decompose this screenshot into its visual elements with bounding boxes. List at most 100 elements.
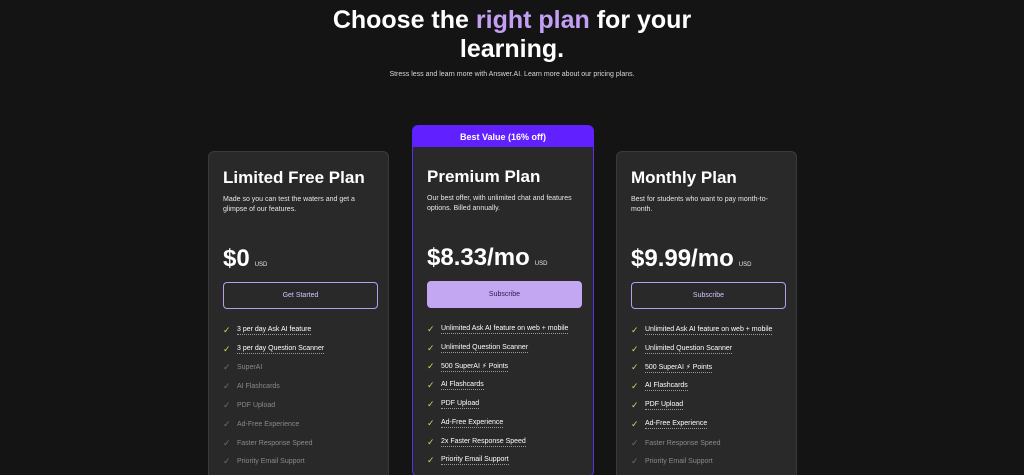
feature-label: PDF Upload: [237, 402, 276, 410]
check-icon: ✓: [427, 380, 435, 391]
feature-label: Priority Email Support: [645, 458, 713, 466]
check-icon: ✓: [427, 342, 435, 353]
feature-item: ✓ PDF Upload: [631, 396, 782, 415]
plan-name: Limited Free Plan: [223, 168, 365, 187]
plan-price: $9.99/mo: [631, 245, 734, 272]
feature-item: ✓ Ad-Free Experience: [427, 414, 579, 433]
subscribe-monthly-button[interactable]: Subscribe: [631, 282, 786, 309]
check-icon: ✓: [223, 418, 231, 429]
plan-card-monthly: Monthly Plan Best for students who want …: [616, 151, 797, 475]
price-row: $0 USD: [223, 245, 374, 273]
plan-price: $0: [223, 245, 250, 272]
feature-label: Unlimited Question Scanner: [441, 343, 529, 353]
check-icon: ✓: [631, 456, 639, 467]
check-icon: ✓: [427, 417, 435, 428]
plan-name: Premium Plan: [427, 167, 541, 186]
feature-label: Ad-Free Experience: [645, 419, 708, 429]
feature-label: AI Flashcards: [441, 381, 484, 391]
check-icon: ✓: [631, 400, 639, 411]
title-text-start: Choose the: [332, 6, 476, 34]
feature-label: Priority Email Support: [237, 458, 305, 466]
feature-label: Faster Response Speed: [237, 439, 313, 447]
feature-item: ✓ Priority Email Support: [427, 452, 579, 471]
feature-label: Unlimited Question Scanner: [645, 344, 733, 354]
feature-item: ✓ Unlimited Question Scanner: [631, 340, 782, 359]
check-icon: ✓: [223, 400, 231, 411]
check-icon: ✓: [631, 324, 639, 335]
feature-item: ✓ SuperAI: [223, 359, 374, 378]
check-icon: ✓: [223, 324, 231, 335]
price-row: $8.33/mo USD: [427, 244, 579, 272]
feature-item: ✓ PDF Upload: [223, 396, 374, 415]
plan-card-premium: Premium Plan Our best offer, with unlimi…: [412, 147, 594, 475]
feature-label: Faster Response Speed: [645, 439, 721, 447]
feature-item: ✓ Ad-Free Experience: [223, 415, 374, 434]
feature-label: Unlimited Ask AI feature on web + mobile: [441, 324, 569, 334]
feature-list: ✓ 3 per day Ask AI feature ✓ 3 per day Ques…: [223, 321, 374, 471]
feature-label: 500 SuperAI ⚡ Points: [441, 362, 509, 372]
feature-label: Ad-Free Experience: [237, 420, 300, 428]
check-icon: ✓: [223, 381, 231, 392]
feature-label: 3 per day Question Scanner: [237, 344, 325, 354]
feature-item: ✓ 500 SuperAI ⚡ Points: [631, 359, 782, 378]
plan-description: Best for students who want to pay month-…: [631, 196, 768, 213]
feature-list: ✓ Unlimited Ask AI feature on web + mobil…: [427, 320, 579, 470]
feature-item: ✓ Unlimited Question Scanner: [427, 339, 579, 358]
title-line-2: learning.: [459, 35, 565, 63]
check-icon: ✓: [223, 362, 231, 373]
title-text-end: for your: [589, 6, 692, 34]
feature-label: Priority Email Support: [441, 456, 509, 466]
feature-item: ✓ 500 SuperAI ⚡ Points: [427, 358, 579, 377]
feature-item: ✓ PDF Upload: [427, 395, 579, 414]
plan-card-free: Limited Free Plan Made so you can test t…: [208, 151, 389, 475]
plan-description: Made so you can test the waters and get …: [223, 196, 355, 213]
page-title: Choose the right plan for your learning.: [0, 6, 1024, 64]
subscribe-premium-button[interactable]: Subscribe: [427, 281, 582, 308]
feature-item: ✓ Priority Email Support: [223, 453, 374, 472]
feature-label: SuperAI: [237, 364, 263, 372]
feature-item: ✓ 2x Faster Response Speed: [427, 433, 579, 452]
feature-list: ✓ Unlimited Ask AI feature on web + mobil…: [631, 321, 782, 471]
feature-item: ✓ Unlimited Ask AI feature on web + mobil…: [631, 321, 782, 340]
feature-item: ✓ 3 per day Question Scanner: [223, 340, 374, 359]
feature-label: 3 per day Ask AI feature: [237, 325, 312, 335]
feature-label: 500 SuperAI ⚡ Points: [645, 363, 713, 373]
feature-label: Ad-Free Experience: [441, 418, 504, 428]
feature-item: ✓ AI Flashcards: [631, 377, 782, 396]
feature-item: ✓ AI Flashcards: [427, 376, 579, 395]
feature-item: ✓ AI Flashcards: [223, 377, 374, 396]
page-subtitle: Stress less and learn more with Answer.A…: [389, 71, 635, 78]
feature-label: Unlimited Ask AI feature on web + mobile: [645, 325, 773, 335]
check-icon: ✓: [223, 437, 231, 448]
check-icon: ✓: [427, 361, 435, 372]
check-icon: ✓: [631, 381, 639, 392]
check-icon: ✓: [223, 456, 231, 467]
feature-label: AI Flashcards: [645, 382, 688, 392]
title-accent: right plan: [475, 6, 590, 34]
check-icon: ✓: [631, 437, 639, 448]
check-icon: ✓: [427, 436, 435, 447]
check-icon: ✓: [427, 399, 435, 410]
feature-label: PDF Upload: [441, 400, 480, 410]
check-icon: ✓: [631, 343, 639, 354]
plan-name: Monthly Plan: [631, 168, 737, 187]
feature-item: ✓ 3 per day Ask AI feature: [223, 321, 374, 340]
plan-price: $8.33/mo: [427, 244, 530, 271]
price-currency: USD: [534, 261, 548, 267]
plan-description: Our best offer, with unlimited chat and …: [427, 195, 572, 212]
feature-item: ✓ Faster Response Speed: [223, 434, 374, 453]
feature-item: ✓ Priority Email Support: [631, 453, 782, 472]
check-icon: ✓: [631, 362, 639, 373]
feature-label: AI Flashcards: [237, 383, 280, 391]
feature-item: ✓ Ad-Free Experience: [631, 415, 782, 434]
feature-item: ✓ Faster Response Speed: [631, 434, 782, 453]
check-icon: ✓: [427, 323, 435, 334]
price-currency: USD: [254, 262, 268, 268]
feature-label: 2x Faster Response Speed: [441, 437, 526, 447]
check-icon: ✓: [223, 343, 231, 354]
price-row: $9.99/mo USD: [631, 245, 782, 273]
get-started-button[interactable]: Get Started: [223, 282, 378, 309]
feature-label: PDF Upload: [645, 401, 684, 411]
check-icon: ✓: [631, 418, 639, 429]
price-currency: USD: [738, 262, 752, 268]
